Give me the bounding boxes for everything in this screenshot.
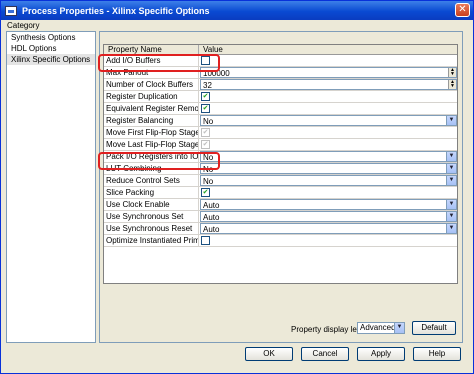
close-icon[interactable]: ✕ [455, 3, 470, 17]
property-name: Move Last Flip-Flop Stage [104, 139, 199, 150]
value-select[interactable]: No ▼ [200, 115, 457, 126]
property-value: No ▼ [199, 115, 457, 126]
value-select[interactable]: Auto ▼ [200, 199, 457, 210]
value-text: Auto [203, 213, 220, 222]
property-value: 32 ▲ ▼ [199, 79, 457, 90]
property-value: ✔ [199, 187, 457, 198]
chevron-down-icon[interactable]: ▼ [446, 152, 456, 161]
property-value: Auto ▼ [199, 199, 457, 210]
property-name: Number of Clock Buffers [104, 79, 199, 90]
property-value: No ▼ [199, 151, 457, 162]
property-row[interactable]: Number of Clock Buffers 32 ▲ ▼ [104, 79, 457, 91]
property-value: ✔ [199, 91, 457, 102]
category-tree: Synthesis Options HDL Options Xilinx Spe… [6, 31, 96, 343]
value-select[interactable]: Auto ▼ [200, 211, 457, 222]
checkbox[interactable] [201, 236, 210, 245]
grid-rows: Add I/O Buffers Max Fanout 100000 ▲ ▼ Number … [104, 55, 457, 247]
property-value: ✔ [199, 103, 457, 114]
value-text: No [203, 117, 214, 126]
property-row[interactable]: Equivalent Register Removal ✔ [104, 103, 457, 115]
value-select[interactable]: No ▼ [200, 175, 457, 186]
property-name: Register Balancing [104, 115, 199, 126]
property-row[interactable]: Use Clock Enable Auto ▼ [104, 199, 457, 211]
value-select[interactable]: No ▼ [200, 151, 457, 162]
property-value: No ▼ [199, 175, 457, 186]
property-name: Move First Flip-Flop Stage [104, 127, 199, 138]
category-item-hdl-options[interactable]: HDL Options [7, 43, 95, 54]
chevron-down-icon[interactable]: ▼ [446, 200, 456, 209]
property-value: Auto ▼ [199, 211, 457, 222]
chevron-down-icon[interactable]: ▼ [446, 116, 456, 125]
category-item-xilinx-specific-options[interactable]: Xilinx Specific Options [7, 54, 95, 65]
property-row[interactable]: Register Balancing No ▼ [104, 115, 457, 127]
help-button[interactable]: Help [413, 347, 461, 361]
checkbox: ✔ [201, 140, 210, 149]
cancel-button[interactable]: Cancel [301, 347, 349, 361]
property-row[interactable]: Move First Flip-Flop Stage ✔ [104, 127, 457, 139]
property-name: Use Synchronous Reset [104, 223, 199, 234]
chevron-down-icon[interactable]: ▼ [446, 224, 456, 233]
property-row[interactable]: Use Synchronous Set Auto ▼ [104, 211, 457, 223]
value-select[interactable]: Auto ▼ [200, 223, 457, 234]
property-name: Reduce Control Sets [104, 175, 199, 186]
property-value: ✔ [199, 127, 457, 138]
column-header-value[interactable]: Value [199, 45, 223, 54]
checkbox: ✔ [201, 128, 210, 137]
display-level-select[interactable]: Advanced ▼ [357, 322, 405, 334]
property-value: Auto ▼ [199, 223, 457, 234]
column-header-property-name[interactable]: Property Name [104, 45, 199, 54]
property-row[interactable]: Reduce Control Sets No ▼ [104, 175, 457, 187]
property-value: 100000 ▲ ▼ [199, 67, 457, 78]
default-button[interactable]: Default [412, 321, 456, 335]
property-row[interactable]: Slice Packing ✔ [104, 187, 457, 199]
value-text: Auto [203, 201, 220, 210]
chevron-down-icon[interactable]: ▼ [446, 212, 456, 221]
property-value: No ▼ [199, 163, 457, 174]
value-select[interactable]: No ▼ [200, 163, 457, 174]
property-name: Equivalent Register Removal [104, 103, 199, 114]
property-row[interactable]: Move Last Flip-Flop Stage ✔ [104, 139, 457, 151]
property-value [199, 235, 457, 246]
property-name: Optimize Instantiated Primitives [104, 235, 199, 246]
property-value [199, 55, 457, 66]
property-row[interactable]: Use Synchronous Reset Auto ▼ [104, 223, 457, 235]
value-text: Auto [203, 225, 220, 234]
number-input[interactable]: 32 ▲ ▼ [200, 79, 457, 90]
checkbox[interactable]: ✔ [201, 188, 210, 197]
property-name: Use Clock Enable [104, 199, 199, 210]
chevron-down-icon[interactable]: ▼ [394, 323, 404, 333]
category-item-synthesis-options[interactable]: Synthesis Options [7, 32, 95, 43]
highlight-add-io-buffers [98, 54, 220, 72]
checkbox[interactable]: ✔ [201, 92, 210, 101]
highlight-pack-io-registers [98, 152, 220, 170]
property-name: Use Synchronous Set [104, 211, 199, 222]
process-properties-window: Process Properties - Xilinx Specific Opt… [0, 0, 474, 374]
property-name: Register Duplication [104, 91, 199, 102]
chevron-down-icon[interactable]: ▼ [446, 176, 456, 185]
category-label: Category [7, 21, 40, 30]
chevron-down-icon[interactable]: ▼ [446, 164, 456, 173]
spinner-icon[interactable]: ▲ ▼ [448, 80, 456, 89]
number-input[interactable]: 100000 ▲ ▼ [200, 67, 457, 78]
checkbox[interactable]: ✔ [201, 104, 210, 113]
property-row[interactable]: Optimize Instantiated Primitives [104, 235, 457, 247]
title-bar: Process Properties - Xilinx Specific Opt… [1, 1, 473, 20]
display-level-value: Advanced [360, 323, 396, 332]
property-row[interactable]: Register Duplication ✔ [104, 91, 457, 103]
window-title: Process Properties - Xilinx Specific Opt… [22, 5, 210, 16]
apply-button[interactable]: Apply [357, 347, 405, 361]
property-value: ✔ [199, 139, 457, 150]
properties-panel: Property Name Value Add I/O Buffers Max F… [99, 31, 463, 343]
spinner-icon[interactable]: ▲ ▼ [448, 68, 456, 77]
value-text: No [203, 177, 214, 186]
app-icon [5, 5, 17, 16]
ok-button[interactable]: OK [245, 347, 293, 361]
property-name: Slice Packing [104, 187, 199, 198]
value-text: 32 [203, 81, 212, 90]
